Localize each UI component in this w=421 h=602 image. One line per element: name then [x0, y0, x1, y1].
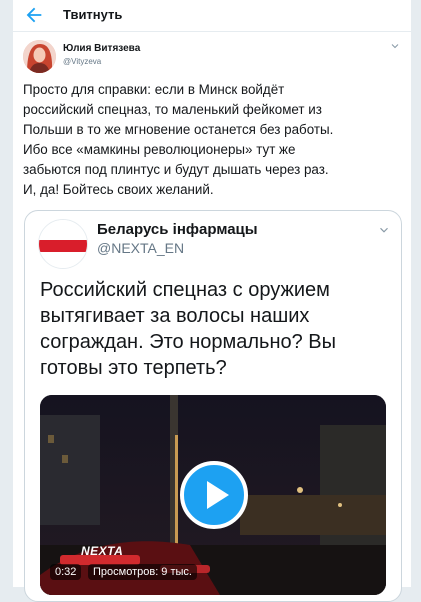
quoted-avatar[interactable] [38, 219, 88, 269]
page-title: Твитнуть [63, 7, 123, 22]
video-duration: 0:32 [50, 564, 82, 580]
tweet-text: Просто для справки: если в Минск войдёт … [23, 82, 334, 197]
chevron-down-icon[interactable] [389, 40, 401, 52]
author-name[interactable]: Юлия Витязева [63, 43, 140, 54]
video-player[interactable]: NEXTA 0:32 Просмотров: 9 тыс. [40, 395, 386, 595]
avatar[interactable] [23, 40, 56, 73]
tweet-page: Твитнуть Юлия Витязева @Vityzeva Просто … [12, 0, 412, 602]
author-handle[interactable]: @Vityzeva [63, 57, 101, 66]
quoted-author-handle[interactable]: @NEXTA_EN [97, 240, 184, 256]
chevron-down-icon[interactable] [377, 223, 391, 237]
arrow-left-icon[interactable] [23, 4, 45, 26]
video-logo: NEXTA [81, 544, 124, 558]
quoted-author-name[interactable]: Беларусь інфармацы [97, 221, 258, 238]
quoted-tweet-text: Российский спецназ с оружием вытягивает … [40, 279, 337, 379]
play-icon[interactable] [180, 461, 248, 529]
quoted-tweet[interactable]: Беларусь інфармацы @NEXTA_EN Российский … [24, 210, 402, 602]
video-views: Просмотров: 9 тыс. [88, 564, 197, 580]
page-header: Твитнуть [13, 0, 411, 32]
